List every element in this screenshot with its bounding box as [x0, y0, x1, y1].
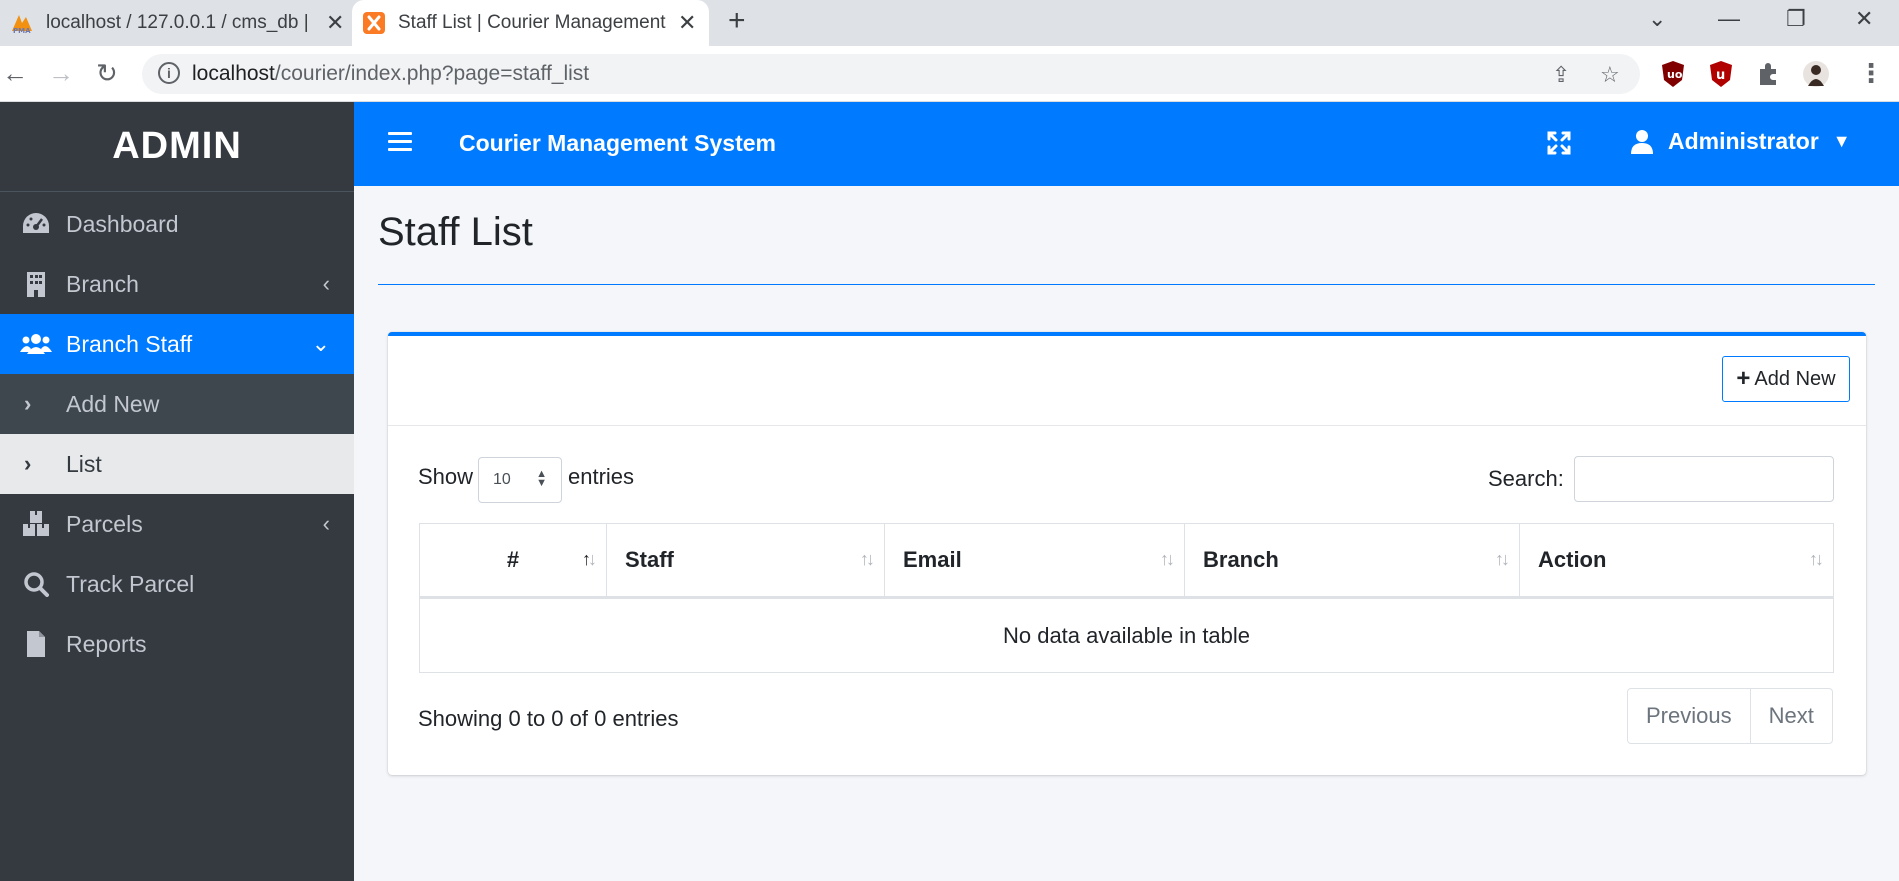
close-tab-icon[interactable]: ✕ [326, 10, 344, 36]
sidebar-item-branch[interactable]: Branch ‹ [0, 254, 354, 314]
app-title: Courier Management System [459, 130, 776, 156]
page-title: Staff List [378, 210, 533, 254]
users-icon [20, 332, 52, 356]
table-row: No data available in table [419, 597, 1834, 673]
chevron-down-icon: ▼ [1832, 131, 1851, 151]
svg-text:uo: uo [1667, 68, 1683, 81]
address-bar[interactable]: i localhost/courier/index.php?page=staff… [142, 54, 1640, 94]
staff-list-card: + Add New Show 10 ▲ ▼ entries Search: # ↑… [388, 332, 1866, 775]
sidebar-subitem-list[interactable]: › List [0, 434, 354, 494]
sort-asc-icon: ↑↓ [582, 549, 597, 569]
staff-table: # ↑↓ Staff ↑↓ Email ↑↓ Branch ↑↓ Action [419, 523, 1834, 673]
restore-icon[interactable]: ❐ [1786, 6, 1806, 32]
browser-menu-icon[interactable]: ⋮ [1858, 59, 1884, 87]
sort-icon: ↑↓ [860, 549, 875, 569]
top-navbar: Courier Management System Administrator … [354, 102, 1899, 186]
sort-icon: ↑↓ [1809, 549, 1824, 569]
svg-text:PMA: PMA [13, 27, 31, 35]
tab-search-icon[interactable]: ⌄ [1648, 6, 1666, 32]
svg-text:u: u [1716, 68, 1725, 83]
ublock-origin-icon[interactable]: u [1708, 60, 1734, 88]
fullscreen-icon[interactable] [1546, 130, 1572, 156]
minimize-icon[interactable]: — [1718, 6, 1740, 32]
sort-icon: ↑↓ [1495, 549, 1510, 569]
ublock-icon[interactable]: uo [1660, 60, 1686, 88]
sidebar-item-label: Track Parcel [66, 570, 195, 597]
bookmark-star-icon[interactable]: ☆ [1600, 62, 1620, 88]
tab-title: Staff List | Courier Management System [398, 12, 666, 33]
length-label: Show [418, 464, 474, 489]
profile-avatar[interactable] [1802, 60, 1830, 88]
boxes-icon [20, 511, 52, 537]
menu-toggle-icon[interactable] [388, 132, 412, 152]
pagination: Previous Next [1627, 688, 1833, 744]
plus-icon: + [1736, 365, 1751, 392]
forward-icon[interactable]: → [48, 59, 74, 87]
sidebar-subitem-label: List [66, 450, 102, 477]
sidebar-item-label: Reports [66, 630, 147, 657]
chevron-down-icon: ⌄ [311, 331, 330, 356]
sidebar-item-label: Branch Staff [66, 330, 193, 357]
card-header: + Add New [388, 336, 1866, 426]
xampp-icon [363, 12, 385, 34]
sidebar-item-label: Dashboard [66, 210, 179, 237]
empty-table-message: No data available in table [419, 597, 1834, 673]
search-input[interactable] [1574, 456, 1834, 502]
table-info: Showing 0 to 0 of 0 entries [418, 706, 679, 731]
sidebar-subitem-add-new[interactable]: › Add New [0, 374, 354, 434]
sidebar-item-dashboard[interactable]: Dashboard [0, 194, 354, 254]
sidebar-subitem-label: Add New [66, 390, 160, 417]
column-header-staff[interactable]: Staff ↑↓ [606, 523, 885, 599]
share-icon[interactable]: ⇪ [1552, 62, 1570, 88]
browser-tab-staff-list[interactable]: Staff List | Courier Management System ✕ [352, 0, 709, 46]
file-icon [20, 630, 52, 658]
user-menu[interactable]: Administrator ▼ [1630, 128, 1851, 155]
chevron-right-icon: › [24, 451, 32, 476]
reload-icon[interactable]: ↻ [96, 59, 118, 87]
dashboard-icon [20, 211, 52, 237]
extensions-puzzle-icon[interactable] [1756, 60, 1782, 88]
sidebar-item-parcels[interactable]: Parcels ‹ [0, 494, 354, 554]
sidebar-item-track-parcel[interactable]: Track Parcel [0, 554, 354, 614]
browser-tab-phpmyadmin[interactable]: PMA localhost / 127.0.0.1 / cms_db | php… [0, 0, 348, 46]
entries-per-page-select[interactable]: 10 ▲ ▼ [478, 457, 562, 503]
column-header-number[interactable]: # ↑↓ [419, 523, 607, 599]
close-window-icon[interactable]: ✕ [1855, 6, 1873, 32]
brand-logo[interactable]: ADMIN [0, 102, 354, 192]
search-label: Search: [1488, 466, 1564, 491]
sidebar-item-reports[interactable]: Reports [0, 614, 354, 674]
sidebar-item-label: Parcels [66, 510, 143, 537]
chevron-right-icon: › [24, 391, 32, 416]
url-text[interactable]: localhost/courier/index.php?page=staff_l… [192, 62, 589, 86]
tab-title: localhost / 127.0.0.1 / cms_db | phpMyAd… [46, 12, 314, 33]
new-tab-icon[interactable]: + [728, 6, 746, 36]
sidebar: ADMIN Dashboard Branch ‹ Branch Staff ⌄ … [0, 102, 354, 881]
column-header-email[interactable]: Email ↑↓ [884, 523, 1185, 599]
browser-tab-bar: PMA localhost / 127.0.0.1 / cms_db | php… [0, 0, 1899, 46]
close-tab-icon[interactable]: ✕ [678, 10, 696, 36]
building-icon [20, 271, 52, 297]
user-name: Administrator [1668, 128, 1819, 154]
sort-updown-icon: ▲ ▼ [536, 468, 547, 489]
search-icon [20, 571, 52, 597]
add-new-button[interactable]: + Add New [1722, 356, 1850, 402]
next-button[interactable]: Next [1749, 689, 1832, 743]
column-header-action[interactable]: Action ↑↓ [1519, 523, 1834, 599]
browser-toolbar: ← → ↻ i localhost/courier/index.php?page… [0, 46, 1899, 102]
sidebar-item-branch-staff[interactable]: Branch Staff ⌄ [0, 314, 354, 374]
chevron-left-icon: ‹ [322, 511, 330, 536]
divider [378, 284, 1875, 285]
length-label-suffix: entries [568, 464, 635, 489]
chevron-left-icon: ‹ [322, 271, 330, 296]
phpmyadmin-icon: PMA [12, 15, 32, 35]
user-icon [1631, 129, 1653, 154]
back-icon[interactable]: ← [2, 59, 28, 87]
previous-button[interactable]: Previous [1628, 689, 1750, 743]
site-info-icon[interactable]: i [158, 62, 180, 84]
sidebar-item-label: Branch [66, 270, 139, 297]
sort-icon: ↑↓ [1160, 549, 1175, 569]
column-header-branch[interactable]: Branch ↑↓ [1184, 523, 1520, 599]
